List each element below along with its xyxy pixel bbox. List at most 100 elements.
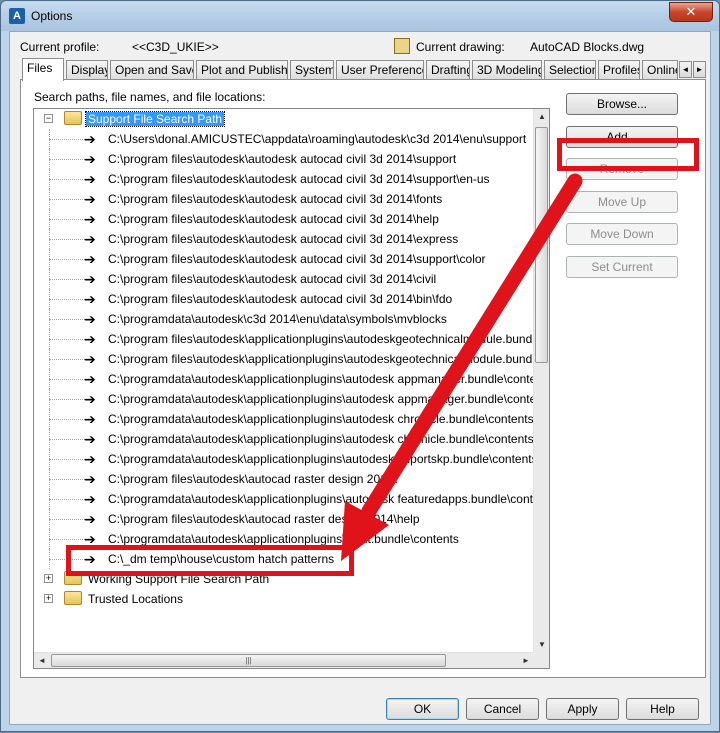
path-arrow-icon: ➔ (84, 151, 96, 167)
scroll-left-icon[interactable]: ◄ (34, 653, 50, 668)
search-path-item[interactable]: ➔ C:\programdata\autodesk\applicationplug… (34, 449, 534, 469)
support-file-search-path-label[interactable]: Support File Search Path (84, 111, 226, 127)
search-path-item[interactable]: ➔ C:\program files\autodesk\autodesk auto… (34, 269, 534, 289)
search-path-item[interactable]: ➔ C:\programdata\autodesk\applicationplug… (34, 369, 534, 389)
tree-node-label[interactable]: Working Support File Search Path (86, 572, 271, 586)
search-path-text: C:\program files\autodesk\autodesk autoc… (108, 172, 490, 186)
search-path-item[interactable]: ➔ C:\Users\donal.AMICUSTEC\appdata\roamin… (34, 129, 534, 149)
path-arrow-icon: ➔ (84, 291, 96, 307)
tree-node-folder[interactable]: + Trusted Locations (34, 589, 534, 609)
search-path-item[interactable]: ➔ C:\programdata\autodesk\applicationplug… (34, 429, 534, 449)
tab-files[interactable]: Files (22, 58, 64, 81)
tree-connector-line (49, 199, 85, 200)
add-button[interactable]: Add... (566, 126, 678, 148)
tree-node-support-file-search-path[interactable]: − Support File Search Path (34, 109, 534, 129)
tree-connector-line (49, 239, 85, 240)
tab-user-preferences[interactable]: User Preferences (336, 60, 424, 80)
path-arrow-icon: ➔ (84, 351, 96, 367)
search-path-item[interactable]: ➔ C:\program files\autodesk\autodesk auto… (34, 289, 534, 309)
expand-icon[interactable]: + (44, 594, 53, 603)
search-path-item[interactable]: ➔ C:\program files\autodesk\autodesk auto… (34, 189, 534, 209)
title-bar[interactable]: A Options ✕ (1, 1, 719, 31)
tab-profiles[interactable]: Profiles (598, 60, 640, 80)
tab-scroll-right-icon[interactable]: ► (693, 61, 706, 78)
search-path-item[interactable]: ➔ C:\_dm temp\house\custom hatch patterns (34, 549, 534, 569)
search-path-item[interactable]: ➔ C:\program files\autodesk\autocad raste… (34, 509, 534, 529)
search-path-item[interactable]: ➔ C:\program files\autodesk\applicationpl… (34, 349, 534, 369)
search-path-text: C:\programdata\autodesk\applicationplugi… (108, 532, 459, 546)
search-path-text: C:\programdata\autodesk\applicationplugi… (108, 392, 534, 406)
cancel-button[interactable]: Cancel (466, 698, 539, 720)
search-path-text: C:\program files\autodesk\autodesk autoc… (108, 192, 443, 206)
scroll-corner (533, 652, 549, 668)
tree-connector-line (49, 279, 85, 280)
ok-button[interactable]: OK (386, 698, 459, 720)
vertical-scrollbar[interactable]: ▲ ▼ (533, 109, 549, 653)
search-path-text: C:\programdata\autodesk\applicationplugi… (108, 492, 534, 506)
search-paths-tree[interactable]: − Support File Search Path ➔ C:\Users\don… (33, 108, 550, 669)
tab-scroll-left-icon[interactable]: ◄ (679, 61, 692, 78)
path-arrow-icon: ➔ (84, 331, 96, 347)
vertical-scroll-thumb[interactable] (535, 127, 548, 363)
path-arrow-icon: ➔ (84, 171, 96, 187)
tree-connector-line (49, 359, 85, 360)
search-path-item[interactable]: ➔ C:\programdata\autodesk\applicationplug… (34, 409, 534, 429)
path-arrow-icon: ➔ (84, 371, 96, 387)
tab-drafting[interactable]: Drafting (426, 60, 470, 80)
search-path-item[interactable]: ➔ C:\programdata\autodesk\applicationplug… (34, 389, 534, 409)
tree-connector-line (49, 139, 85, 140)
path-arrow-icon: ➔ (84, 191, 96, 207)
close-button[interactable]: ✕ (669, 2, 713, 22)
search-path-item[interactable]: ➔ C:\programdata\autodesk\applicationplug… (34, 529, 534, 549)
window-title: Options (31, 9, 73, 23)
search-path-item[interactable]: ➔ C:\programdata\autodesk\c3d 2014\enu\da… (34, 309, 534, 329)
search-path-text: C:\program files\autodesk\autodesk autoc… (108, 252, 486, 266)
tree-connector-line (49, 459, 85, 460)
search-path-text: C:\program files\autodesk\autodesk autoc… (108, 272, 437, 286)
browse-button[interactable]: Browse... (566, 93, 678, 115)
scroll-up-icon[interactable]: ▲ (534, 109, 549, 125)
search-path-item[interactable]: ➔ C:\program files\autodesk\autodesk auto… (34, 209, 534, 229)
path-arrow-icon: ➔ (84, 491, 96, 507)
tab-selection[interactable]: Selection (544, 60, 596, 80)
search-path-item[interactable]: ➔ C:\program files\autodesk\autodesk auto… (34, 169, 534, 189)
tab-open-and-save[interactable]: Open and Save (110, 60, 194, 80)
current-drawing-value: AutoCAD Blocks.dwg (530, 40, 645, 54)
search-path-item[interactable]: ➔ C:\programdata\autodesk\applicationplug… (34, 489, 534, 509)
help-button[interactable]: Help (626, 698, 699, 720)
scroll-right-icon[interactable]: ► (518, 653, 534, 668)
tab-online[interactable]: Online (642, 60, 678, 80)
tree-connector-line (49, 219, 85, 220)
path-arrow-icon: ➔ (84, 551, 96, 567)
search-path-text: C:\program files\autodesk\autodesk autoc… (108, 292, 453, 306)
move-up-button[interactable]: Move Up (566, 191, 678, 213)
tree-node-folder[interactable]: + Working Support File Search Path (34, 569, 534, 589)
path-arrow-icon: ➔ (84, 271, 96, 287)
expand-icon[interactable]: + (44, 574, 53, 583)
search-path-item[interactable]: ➔ C:\program files\autodesk\autodesk auto… (34, 229, 534, 249)
tree-connector-line (49, 539, 85, 540)
tree-connector-line (49, 259, 85, 260)
tab-display[interactable]: Display (66, 60, 108, 80)
tree-rows: − Support File Search Path ➔ C:\Users\don… (34, 109, 534, 653)
search-path-item[interactable]: ➔ C:\program files\autodesk\autodesk auto… (34, 249, 534, 269)
search-path-text: C:\programdata\autodesk\applicationplugi… (108, 372, 534, 386)
tab-system[interactable]: System (290, 60, 334, 80)
search-path-item[interactable]: ➔ C:\program files\autodesk\applicationpl… (34, 329, 534, 349)
horizontal-scrollbar[interactable]: ◄ ||| ► (34, 652, 534, 668)
search-path-text: C:\program files\autodesk\applicationplu… (108, 332, 534, 346)
move-down-button[interactable]: Move Down (566, 223, 678, 245)
drawing-icon (394, 38, 410, 54)
search-path-item[interactable]: ➔ C:\program files\autodesk\autocad raste… (34, 469, 534, 489)
tab-plot-and-publish[interactable]: Plot and Publish (196, 60, 288, 80)
remove-button[interactable]: Remove (566, 158, 678, 180)
tree-node-label[interactable]: Trusted Locations (86, 592, 185, 606)
search-path-item[interactable]: ➔ C:\program files\autodesk\autodesk auto… (34, 149, 534, 169)
set-current-button[interactable]: Set Current (566, 256, 678, 278)
tree-connector-line (49, 479, 85, 480)
horizontal-scroll-thumb[interactable]: ||| (51, 654, 446, 667)
tab-3d-modeling[interactable]: 3D Modeling (472, 60, 542, 80)
scroll-down-icon[interactable]: ▼ (534, 637, 549, 653)
apply-button[interactable]: Apply (546, 698, 619, 720)
collapse-icon[interactable]: − (44, 114, 53, 123)
